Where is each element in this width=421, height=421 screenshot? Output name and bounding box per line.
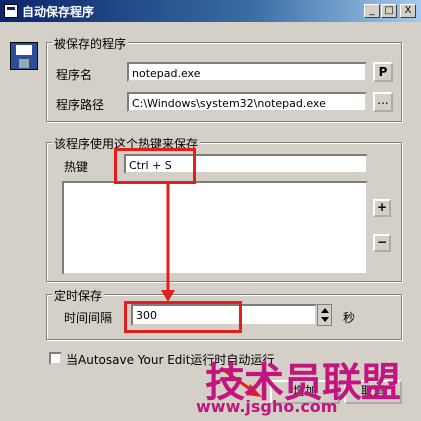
arrow-head-1 bbox=[161, 290, 175, 302]
watermark-url: www.jsgho.com bbox=[196, 397, 338, 416]
